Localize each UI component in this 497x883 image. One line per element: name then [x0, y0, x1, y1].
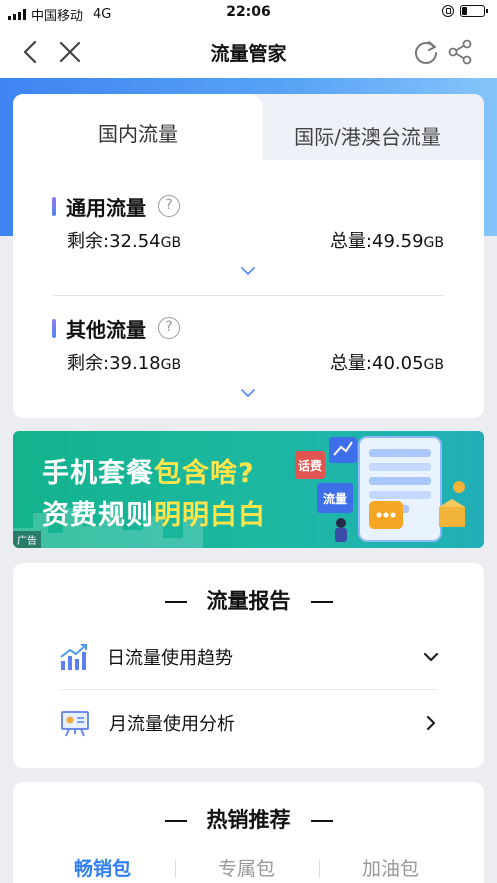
help-icon[interactable]: ? [158, 317, 180, 339]
flow-report-card: 流量报告 日流量使用趋势 月流量使用分析 [13, 563, 484, 768]
report-divider [61, 689, 437, 690]
hot-tabs: 畅销包 专属包 加油包 [13, 854, 484, 880]
refresh-icon[interactable] [412, 38, 440, 66]
hot-recommend-card: 热销推荐 畅销包 专属包 加油包 [13, 782, 484, 883]
orientation-lock-icon [442, 5, 454, 17]
share-icon[interactable] [446, 38, 474, 66]
presentation-board-icon [61, 711, 89, 737]
tab-bestseller[interactable]: 畅销包 [74, 854, 131, 881]
nav-bar: 流量管家 [0, 26, 497, 78]
flow-usage-card: 国际/港澳台流量 国内流量 通用流量 ? 剩余:32.54GB 总量:49.59… [13, 94, 484, 418]
other-flow-section: 其他流量 ? 剩余:39.18GB 总量:40.05GB [52, 315, 444, 375]
report-item-label: 月流量使用分析 [109, 714, 235, 735]
monthly-analysis-row[interactable]: 月流量使用分析 [59, 703, 439, 743]
section-marker [52, 318, 56, 338]
chevron-down-icon[interactable] [241, 264, 255, 278]
total-amount: 总量:49.59GB [329, 231, 444, 252]
tab-addon[interactable]: 加油包 [362, 854, 419, 881]
bar-chart-trend-icon [60, 644, 87, 670]
hot-title: 热销推荐 [13, 804, 484, 834]
total-amount: 总量:40.05GB [329, 353, 444, 374]
section-divider [53, 295, 444, 296]
ad-headline-1: 手机套餐包含啥? [42, 458, 255, 489]
chevron-down-icon [423, 652, 439, 662]
clock: 22:06 [226, 4, 271, 20]
tab-international[interactable]: 国际/港澳台流量 [251, 94, 484, 160]
chevron-down-icon[interactable] [241, 386, 255, 400]
ad-headline-2: 资费规则明明白白 [42, 500, 266, 531]
status-bar: 中国移动 4G 22:06 [0, 0, 497, 26]
section-marker [52, 196, 56, 216]
tab-divider [319, 860, 320, 878]
chevron-right-icon [426, 715, 436, 731]
battery-icon [460, 5, 488, 17]
tab-divider [175, 860, 176, 878]
section-title: 通用流量 [66, 195, 146, 220]
report-item-label: 日流量使用趋势 [107, 648, 233, 669]
tab-domestic[interactable]: 国内流量 [13, 94, 263, 174]
remaining-amount: 剩余:39.18GB [67, 353, 182, 374]
ad-banner[interactable]: 手机套餐包含啥? 资费规则明明白白 话费 流量 广告 [13, 431, 484, 548]
phone-illustration: 话费 流量 [295, 436, 465, 542]
help-icon[interactable]: ? [158, 195, 180, 217]
section-title: 其他流量 [66, 317, 146, 342]
topup-tag: 话费 [298, 458, 322, 473]
flow-tag: 流量 [323, 491, 347, 506]
remaining-amount: 剩余:32.54GB [67, 231, 182, 252]
tab-exclusive[interactable]: 专属包 [218, 854, 275, 881]
report-title: 流量报告 [13, 585, 484, 615]
ad-badge: 广告 [13, 531, 41, 548]
daily-trend-row[interactable]: 日流量使用趋势 [59, 637, 439, 677]
general-flow-section: 通用流量 ? 剩余:32.54GB 总量:49.59GB [52, 193, 444, 253]
